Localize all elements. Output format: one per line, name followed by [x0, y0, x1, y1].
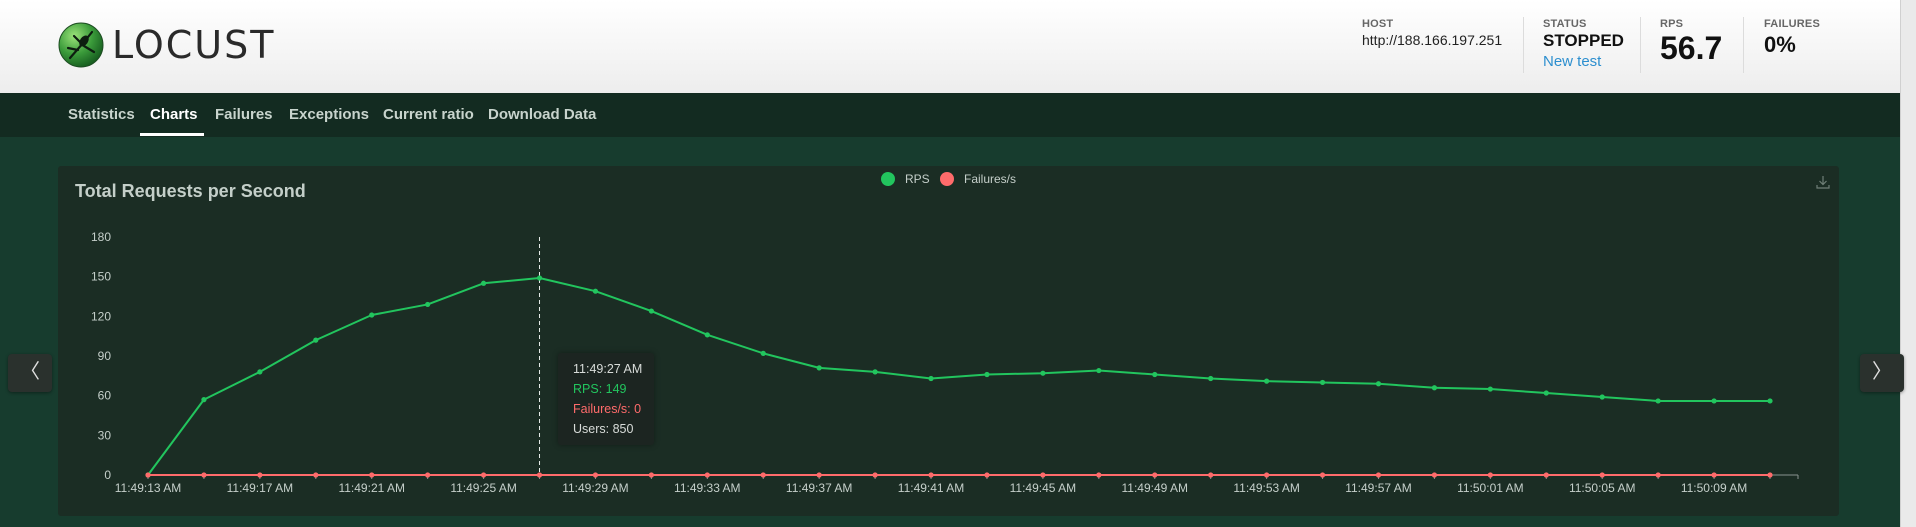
rps-data-point: [1431, 385, 1438, 391]
rps-data-point: [1040, 370, 1046, 376]
rps-data-point: [1767, 398, 1773, 404]
failures-data-point: [1152, 472, 1158, 478]
rps-series-line: [147, 276, 1770, 476]
tooltip-rps: RPS: 149: [573, 382, 627, 396]
y-tick-label: 60: [98, 389, 112, 403]
rps-data-point: [1264, 378, 1270, 384]
rps-data-point: [480, 280, 487, 286]
rps-data-point: [984, 371, 990, 378]
rps-line-chart[interactable]: 0 30 60 90 120 150 180 11:49:13 AM 11:49:17 AM 11…: [0, 0, 1900, 527]
rps-data-point: [928, 375, 934, 382]
failures-data-point: [536, 472, 543, 478]
rps-data-point: [1096, 367, 1102, 374]
tooltip-time: 11:49:27 AM: [573, 362, 643, 376]
next-chart-button[interactable]: 〉: [1860, 354, 1904, 392]
rps-data-point: [1543, 390, 1549, 396]
x-tick-label: 11:49:57 AM: [1345, 481, 1412, 495]
rps-data-point: [369, 312, 375, 318]
y-tick-label: 90: [98, 349, 112, 363]
x-tick-label: 11:49:53 AM: [1233, 481, 1300, 495]
failures-data-point: [648, 472, 654, 478]
failures-data-point: [1375, 472, 1382, 478]
rps-data-point: [1208, 375, 1214, 382]
failures-data-point: [1711, 472, 1717, 478]
failures-data-point: [1319, 472, 1326, 478]
failures-data-point: [704, 472, 710, 478]
failures-data-point: [425, 472, 431, 478]
y-tick-label: 150: [91, 270, 111, 284]
x-tick-label: 11:49:25 AM: [450, 481, 517, 495]
y-tick-label: 30: [98, 428, 112, 442]
rps-data-point: [257, 369, 263, 375]
failures-data-point: [1655, 472, 1661, 478]
rps-data-point: [1375, 381, 1382, 387]
x-tick-label: 11:49:29 AM: [562, 481, 629, 495]
x-tick-label: 11:49:37 AM: [786, 481, 853, 495]
rps-data-point: [760, 350, 766, 356]
x-tick-label: 11:49:45 AM: [1010, 481, 1077, 495]
rps-data-point: [816, 365, 822, 371]
failures-data-point: [592, 472, 599, 478]
rps-data-point: [425, 301, 431, 308]
rps-data-point: [536, 275, 543, 281]
failures-data-point: [145, 472, 151, 478]
failures-data-point: [201, 472, 207, 478]
x-tick-label: 11:50:05 AM: [1569, 481, 1636, 495]
failures-data-point: [928, 472, 934, 478]
failures-data-point: [816, 472, 822, 478]
rps-data-point: [313, 337, 319, 343]
chart-tooltip: 11:49:27 AM RPS: 149 Failures/s: 0 Users…: [558, 353, 654, 445]
rps-data-point: [1711, 398, 1717, 404]
y-tick-label: 180: [91, 230, 111, 244]
rps-data-point: [872, 369, 878, 375]
tooltip-users: Users: 850: [573, 422, 634, 436]
failures-data-point: [872, 472, 878, 478]
tooltip-failures: Failures/s: 0: [573, 402, 642, 416]
rps-data-point: [1487, 386, 1493, 392]
rps-data-point: [1152, 371, 1158, 378]
vertical-scrollbar[interactable]: [1900, 0, 1916, 527]
failures-data-point: [1431, 472, 1438, 478]
failures-data-point: [1767, 472, 1773, 478]
x-tick-label: 11:49:49 AM: [1122, 481, 1189, 495]
x-tick-label: 11:50:01 AM: [1457, 481, 1524, 495]
rps-data-point: [592, 288, 599, 294]
rps-data-point: [201, 397, 207, 403]
failures-data-point: [760, 472, 766, 478]
failures-data-point: [1096, 472, 1102, 478]
failures-data-point: [1040, 472, 1046, 478]
x-tick-label: 11:49:13 AM: [115, 481, 182, 495]
x-tick-label: 11:49:41 AM: [898, 481, 965, 495]
rps-data-point: [648, 308, 654, 314]
failures-data-point: [1208, 472, 1214, 478]
rps-data-point: [1319, 379, 1326, 386]
failures-data-point: [1264, 472, 1270, 478]
x-tick-label: 11:49:33 AM: [674, 481, 741, 495]
rps-data-point: [704, 332, 710, 338]
rps-data-point: [1655, 398, 1661, 404]
x-tick-label: 11:49:21 AM: [338, 481, 405, 495]
failures-data-point: [257, 472, 263, 478]
failures-data-point: [1487, 472, 1493, 478]
failures-data-point: [480, 472, 487, 478]
x-tick-label: 11:49:17 AM: [227, 481, 294, 495]
y-tick-label: 0: [104, 468, 111, 482]
x-tick-label: 11:50:09 AM: [1681, 481, 1748, 495]
y-tick-label: 120: [91, 309, 111, 323]
failures-data-point: [369, 472, 375, 478]
rps-data-point: [1599, 394, 1605, 400]
failures-data-point: [1599, 472, 1605, 478]
failures-data-point: [984, 472, 990, 478]
failures-data-point: [313, 472, 319, 478]
prev-chart-button[interactable]: 〈: [8, 354, 52, 392]
failures-data-point: [1543, 472, 1549, 478]
